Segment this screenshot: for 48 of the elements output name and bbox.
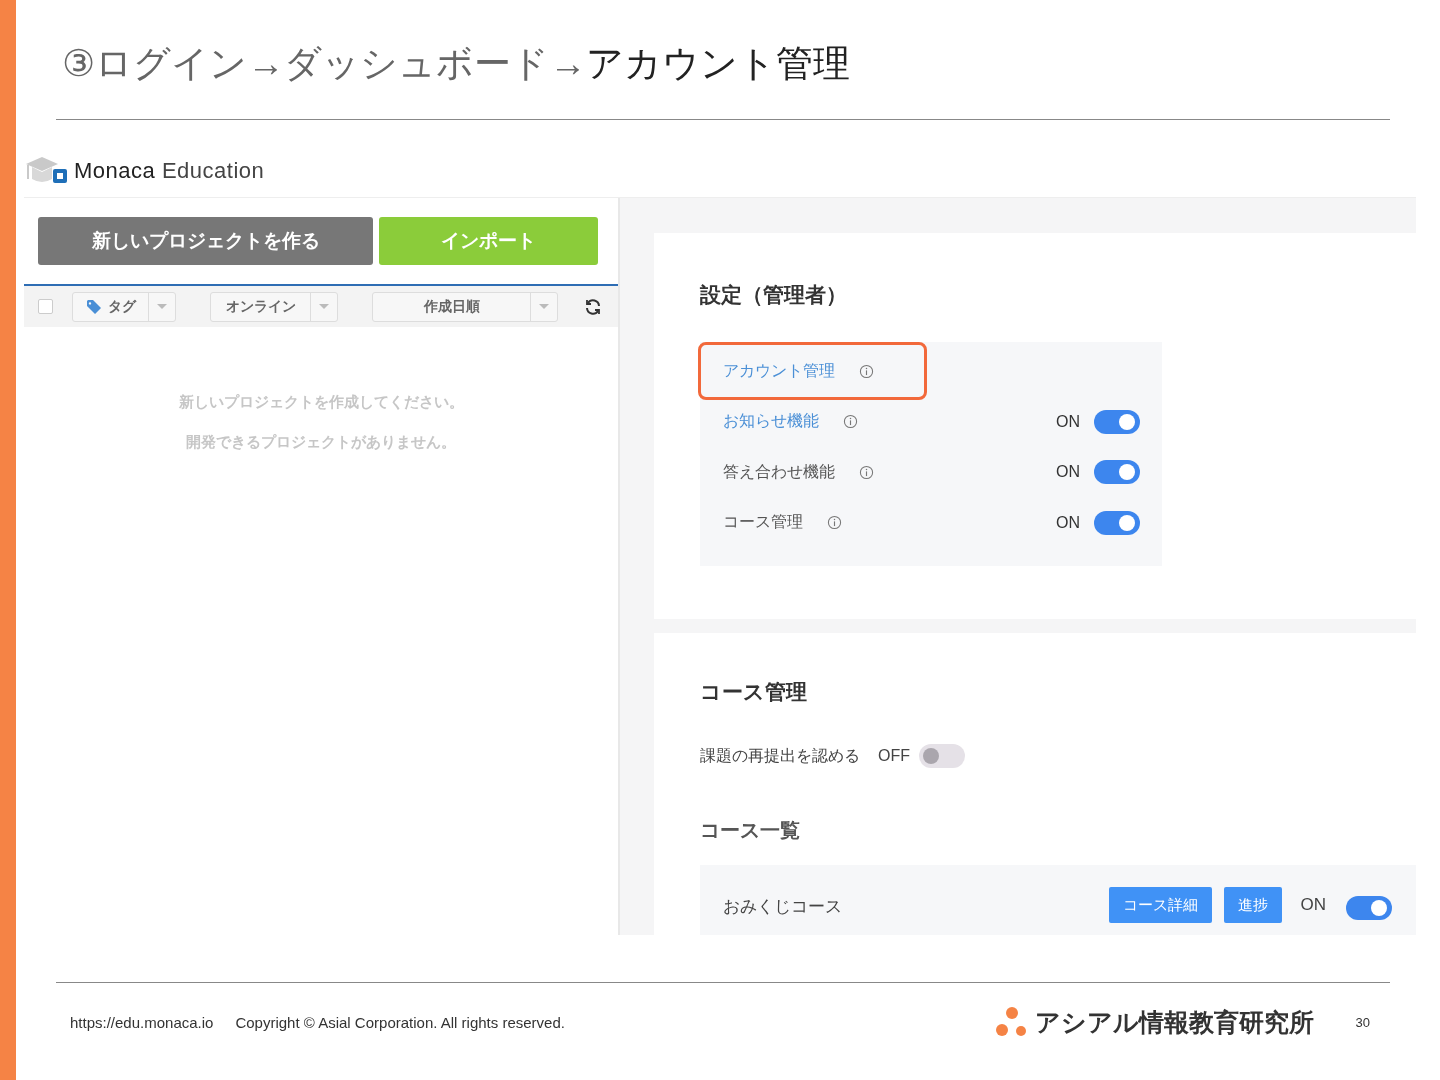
setting-link[interactable]: お知らせ機能 [723, 411, 819, 433]
toggle-state: OFF [878, 747, 910, 765]
filter-dropdown[interactable]: オンライン [210, 291, 338, 322]
info-icon [859, 465, 874, 479]
select-all-checkbox[interactable] [38, 299, 53, 314]
slide-title-path: ③ログイン→ダッシュボード→ [62, 41, 587, 86]
section-title: 設定（管理者） [700, 282, 848, 308]
empty-message: 新しいプロジェクトを作成してください。 [178, 393, 464, 412]
info-icon [827, 516, 842, 530]
course-name: おみくじコース [723, 896, 843, 918]
toggle-switch[interactable] [1094, 460, 1140, 485]
caret-icon [539, 303, 549, 309]
info-icon [859, 364, 874, 378]
page-number: 30 [1355, 1014, 1370, 1030]
caret-icon [319, 303, 329, 309]
tag-icon [86, 299, 101, 314]
toggle-state: ON [1056, 463, 1080, 482]
import-button[interactable]: インポート [379, 217, 598, 265]
copyright-text: Copyright © Asial Corporation. All rights reserved. [235, 1013, 565, 1031]
subsection-title: コース一覧 [700, 818, 801, 843]
slide-title: アカウント管理 [586, 41, 851, 86]
info-icon [843, 415, 858, 429]
toggle-switch[interactable] [1346, 896, 1392, 920]
section-title: コース管理 [700, 679, 808, 705]
toggle-state: ON [1300, 894, 1326, 915]
create-project-button[interactable]: 新しいプロジェクトを作る [38, 217, 373, 265]
setting-link[interactable]: アカウント管理 [723, 360, 835, 382]
graduation-cap-icon [26, 157, 67, 183]
toggle-state: ON [1056, 513, 1080, 532]
toggle-switch[interactable] [919, 744, 965, 768]
toggle-switch[interactable] [1094, 510, 1140, 535]
toggle-switch[interactable] [1094, 409, 1140, 434]
filter-dropdown[interactable]: タグ [72, 291, 176, 322]
toggle-state: ON [1056, 412, 1080, 431]
logo-wordmark: Monaca [74, 158, 156, 183]
empty-message: 開発できるプロジェクトがありません。 [186, 433, 456, 452]
course-button[interactable]: コース詳細 [1108, 887, 1212, 923]
caret-icon [157, 303, 167, 309]
course-button[interactable]: 進捗 [1223, 887, 1282, 923]
brand-name: アシアル情報教育研究所 [1034, 1006, 1314, 1038]
dots-logo-icon [995, 1007, 1026, 1036]
filter-dropdown[interactable]: 作成日順 [372, 291, 558, 322]
refresh-icon[interactable] [586, 298, 600, 315]
footer-url: https://edu.monaca.io [70, 1013, 214, 1031]
setting-label: 課題の再提出を認める [700, 745, 860, 766]
setting-label: 答え合わせ機能 [723, 461, 835, 482]
logo-subtitle: Education [161, 158, 265, 183]
setting-label: コース管理 [723, 512, 803, 533]
